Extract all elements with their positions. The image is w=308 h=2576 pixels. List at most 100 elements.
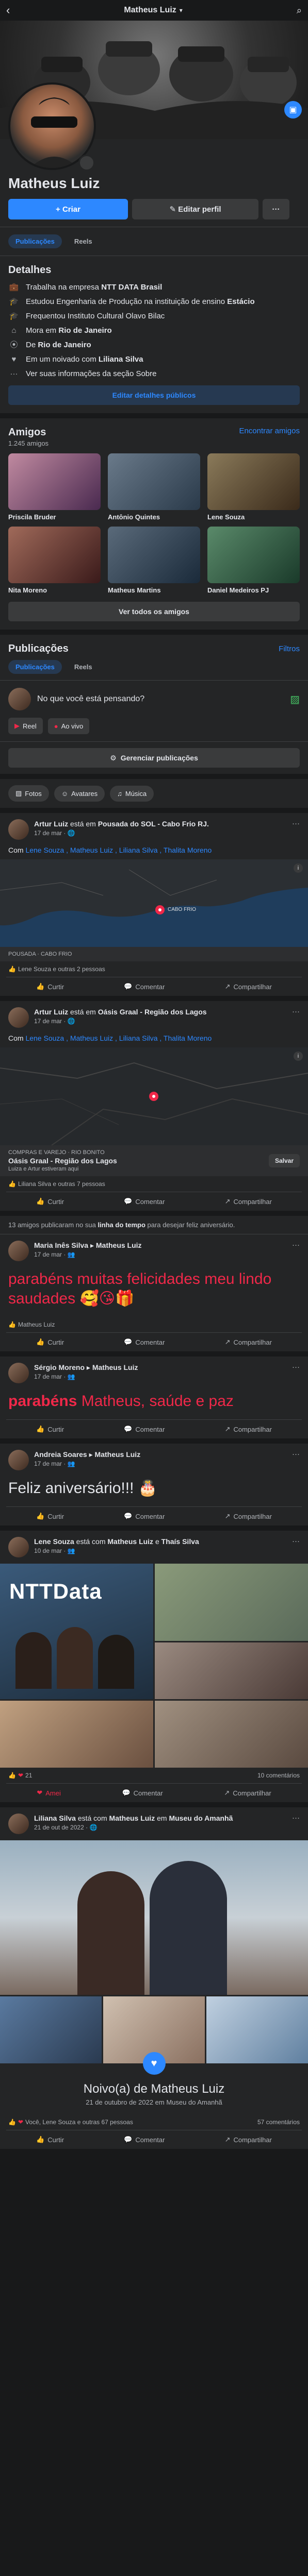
like-button[interactable]: 👍 Curtir — [36, 1425, 64, 1433]
map-image[interactable]: CABO FRIO i — [0, 859, 308, 947]
friend-card[interactable]: Matheus Martins — [108, 527, 200, 595]
friend-card[interactable]: Nita Moreno — [8, 527, 101, 595]
post-author-avatar[interactable] — [8, 819, 29, 840]
post-tags[interactable]: Lene Souza , Matheus Luiz , Liliana Silv… — [25, 846, 212, 854]
like-button[interactable]: 👍 Curtir — [36, 1512, 64, 1520]
share-button[interactable]: ↗ Compartilhar — [225, 1197, 272, 1206]
post-time[interactable]: 17 de mar — [34, 1251, 62, 1258]
avatar-camera-button[interactable] — [78, 155, 95, 171]
post-time[interactable]: 17 de mar — [34, 1460, 62, 1467]
reel-button[interactable]: ▶ Reel — [8, 718, 43, 734]
map-info-icon[interactable]: i — [294, 1052, 303, 1061]
share-button[interactable]: ↗ Compartilhar — [225, 1512, 272, 1520]
photo-2[interactable] — [155, 1564, 308, 1641]
detail-link[interactable]: Estácio — [227, 297, 254, 306]
tab-reels[interactable]: Reels — [67, 234, 100, 248]
detail-link[interactable]: Rio de Janeiro — [58, 326, 111, 335]
share-button[interactable]: ↗ Compartilhar — [225, 2136, 272, 2144]
photo-1[interactable]: NTTData — [0, 1564, 153, 1699]
like-button[interactable]: ❤ Amei — [37, 1789, 61, 1797]
post-options-icon[interactable]: ··· — [292, 819, 300, 828]
post-options-icon[interactable]: ··· — [292, 1537, 300, 1546]
cover-camera-button[interactable]: ▣ — [284, 101, 302, 118]
post-author-avatar[interactable] — [8, 1241, 29, 1261]
post-comments-count[interactable]: 57 comentários — [257, 2119, 300, 2126]
post-time[interactable]: 17 de mar — [34, 829, 62, 837]
post-author-avatar[interactable] — [8, 1450, 29, 1470]
post-options-icon[interactable]: ··· — [292, 1450, 300, 1459]
comment-button[interactable]: 💬 Comentar — [124, 1512, 165, 1520]
filters-link[interactable]: Filtros — [279, 645, 300, 653]
detail-item[interactable]: ··· Ver suas informações da seção Sobre — [8, 369, 300, 379]
comment-button[interactable]: 💬 Comentar — [124, 982, 165, 991]
friend-card[interactable]: Daniel Medeiros PJ — [207, 527, 300, 595]
photo-5[interactable] — [155, 1701, 308, 1768]
tab-posts[interactable]: Publicações — [8, 234, 62, 248]
photo-3[interactable] — [155, 1642, 308, 1699]
place-card[interactable]: COMPRAS E VAREJO · RIO BONITO Oásis Graa… — [0, 1145, 308, 1176]
find-friends-link[interactable]: Encontrar amigos — [238, 427, 300, 436]
post-recipient[interactable]: Matheus Luiz — [95, 1450, 141, 1459]
share-button[interactable]: ↗ Compartilhar — [224, 1789, 271, 1797]
detail-link[interactable]: Liliana Silva — [99, 355, 143, 364]
pub-tab-reels[interactable]: Reels — [67, 660, 100, 674]
map-image[interactable]: i — [0, 1047, 308, 1145]
share-button[interactable]: ↗ Compartilhar — [225, 1338, 272, 1346]
friend-card[interactable]: Priscila Bruder — [8, 453, 101, 521]
post-with-2[interactable]: Thaís Silva — [161, 1537, 199, 1546]
share-button[interactable]: ↗ Compartilhar — [225, 982, 272, 991]
post-place[interactable]: Museu do Amanhã — [169, 1814, 233, 1822]
post-author-avatar[interactable] — [8, 1537, 29, 1557]
back-arrow-icon[interactable]: ‹ — [6, 4, 10, 17]
post-reactions[interactable]: 21 — [25, 1772, 32, 1779]
post-author[interactable]: Artur Luiz — [34, 1008, 68, 1016]
post-options-icon[interactable]: ··· — [292, 1814, 300, 1822]
comment-button[interactable]: 💬 Comentar — [124, 1197, 165, 1206]
post-options-icon[interactable]: ··· — [292, 1241, 300, 1249]
post-reactions[interactable]: Você, Lene Souza e outras 67 pessoas — [25, 2119, 133, 2126]
map-info-icon[interactable]: i — [294, 863, 303, 873]
post-place[interactable]: Oásis Graal - Região dos Lagos — [98, 1008, 207, 1016]
save-place-button[interactable]: Salvar — [268, 1154, 300, 1167]
photo-4[interactable] — [0, 1701, 153, 1768]
post-author-avatar[interactable] — [8, 1814, 29, 1834]
profile-switcher[interactable]: Matheus Luiz ▾ — [124, 6, 182, 15]
collage-photo-3[interactable] — [206, 1996, 308, 2063]
post-author[interactable]: Sérgio Moreno — [34, 1363, 85, 1371]
post-options-icon[interactable]: ··· — [292, 1007, 300, 1016]
post-with-1[interactable]: Matheus Luiz — [107, 1537, 153, 1546]
post-author[interactable]: Artur Luiz — [34, 820, 68, 828]
collage-photo-1[interactable] — [0, 1996, 102, 2063]
post-tags[interactable]: Lene Souza , Matheus Luiz , Liliana Silv… — [25, 1034, 212, 1042]
share-button[interactable]: ↗ Compartilhar — [225, 1425, 272, 1433]
post-author-avatar[interactable] — [8, 1007, 29, 1028]
comment-button[interactable]: 💬 Comentar — [122, 1789, 163, 1797]
post-comments-count[interactable]: 10 comentários — [257, 1772, 300, 1779]
chip-music[interactable]: ♫ Música — [110, 785, 154, 802]
post-place[interactable]: Pousada do SOL - Cabo Frio RJ. — [98, 820, 209, 828]
edit-details-button[interactable]: Editar detalhes públicos — [8, 385, 300, 405]
friend-card[interactable]: Antônio Quintes — [108, 453, 200, 521]
comment-button[interactable]: 💬 Comentar — [124, 1425, 165, 1433]
post-author[interactable]: Lene Souza — [34, 1537, 74, 1546]
post-author[interactable]: Andreia Soares — [34, 1450, 87, 1459]
more-button[interactable]: ··· — [263, 199, 289, 219]
edit-profile-button[interactable]: ✎ Editar perfil — [132, 199, 258, 219]
detail-link[interactable]: Rio de Janeiro — [38, 341, 91, 349]
engagement-photo[interactable] — [0, 1840, 308, 1995]
create-button[interactable]: + Criar — [8, 199, 128, 219]
post-reactions[interactable]: Liliana Silva e outras 7 pessoas — [18, 1180, 105, 1188]
comment-button[interactable]: 💬 Comentar — [124, 1338, 165, 1346]
friend-card[interactable]: Lene Souza — [207, 453, 300, 521]
see-all-friends-button[interactable]: Ver todos os amigos — [8, 602, 300, 621]
post-author[interactable]: Liliana Silva — [34, 1814, 76, 1822]
chip-avatars[interactable]: ☺ Avatares — [54, 785, 105, 802]
detail-link[interactable]: NTT DATA Brasil — [101, 283, 162, 292]
like-button[interactable]: 👍 Curtir — [36, 982, 64, 991]
like-button[interactable]: 👍 Curtir — [36, 1197, 64, 1206]
post-author-avatar[interactable] — [8, 1363, 29, 1383]
comment-button[interactable]: 💬 Comentar — [124, 2136, 165, 2144]
like-button[interactable]: 👍 Curtir — [36, 1338, 64, 1346]
pub-tab-posts[interactable]: Publicações — [8, 660, 62, 674]
like-button[interactable]: 👍 Curtir — [36, 2136, 64, 2144]
